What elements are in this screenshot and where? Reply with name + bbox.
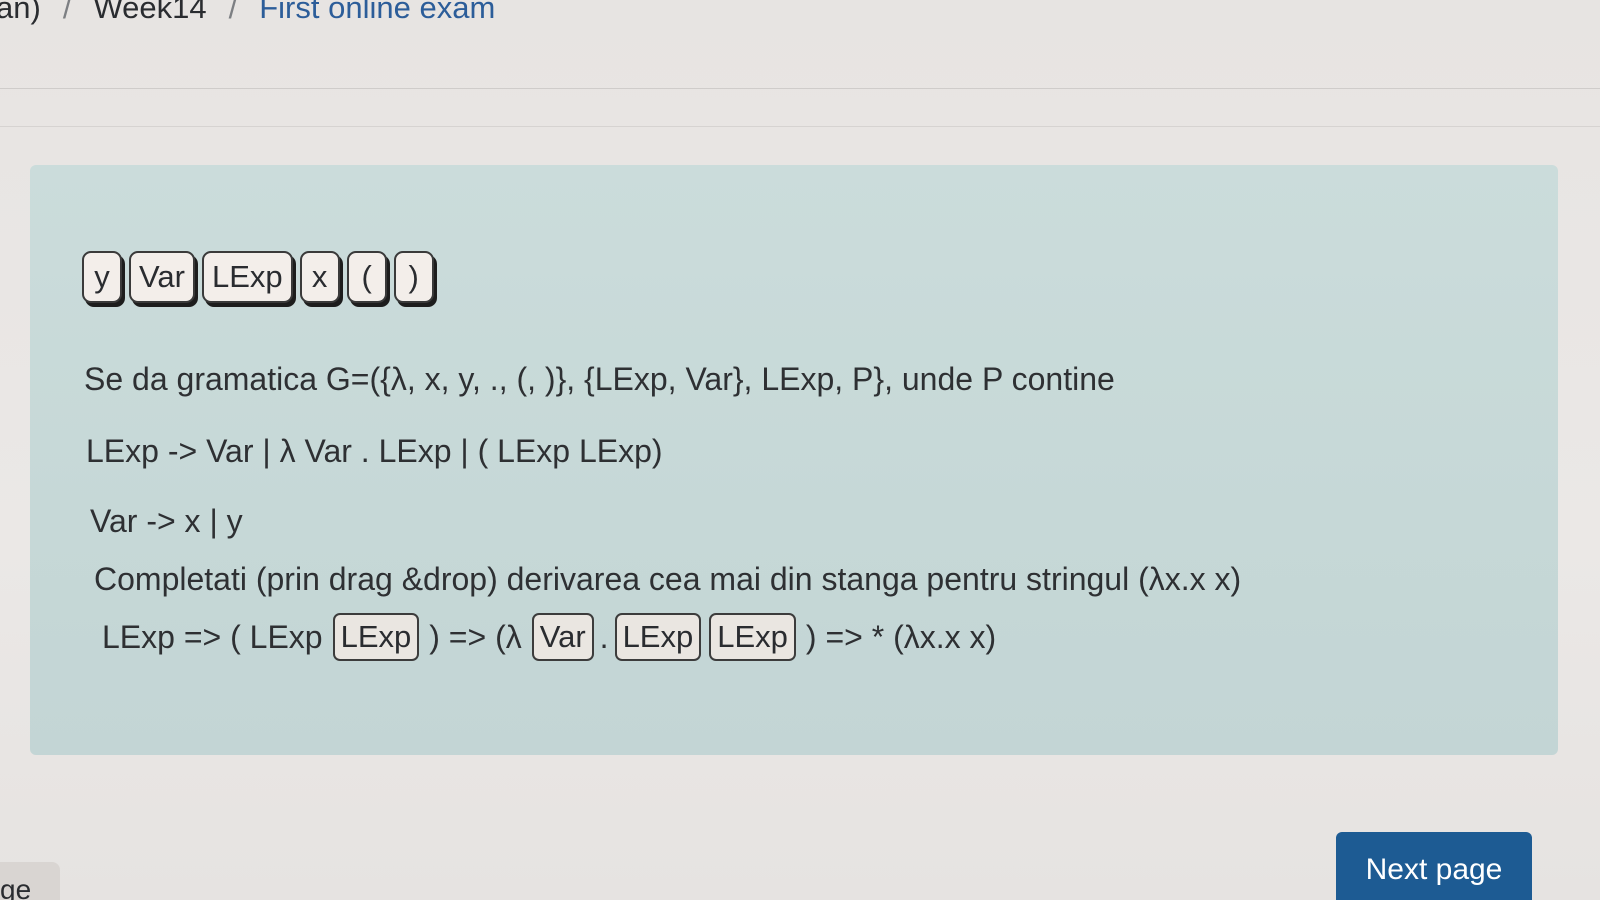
question-text-rule-lexp: LExp -> Var | λ Var . LExp | ( LExp LExp…	[86, 433, 663, 469]
question-text-rule-var: Var -> x | y	[90, 503, 243, 539]
question-text-grammar: Se da gramatica G=({λ, x, y, ., (, )}, {…	[84, 361, 1115, 397]
drop-slot-3[interactable]: LExp	[614, 613, 702, 661]
drag-item-x[interactable]: x	[299, 251, 340, 303]
drag-item-open-paren[interactable]: (	[346, 251, 387, 303]
corner-tab[interactable]: ge	[0, 862, 60, 900]
question-box: y Var LExp x ( ) Se da gramatica G=({λ, …	[30, 165, 1558, 755]
derivation-text: LExp => ( LExp	[102, 618, 323, 655]
quiz-page: an) / Week14 / First online exam y Var LExp …	[0, 0, 1600, 900]
breadcrumb-separator: /	[228, 0, 238, 25]
derivation-line: LExp => ( LExp LExp ) => (λ Var . LExp L…	[96, 613, 1002, 661]
next-page-button[interactable]: Next page	[1336, 832, 1532, 900]
drag-item-y[interactable]: y	[82, 251, 122, 303]
drop-slot-1[interactable]: LExp	[332, 613, 420, 661]
question-text-instruction: Completati (prin drag &drop) derivarea c…	[94, 561, 1242, 597]
drag-item-pool: y Var LExp x ( )	[82, 251, 434, 303]
derivation-text: ) => * (λx.x x)	[805, 618, 997, 655]
breadcrumb-separator: /	[62, 0, 72, 25]
drag-item-var[interactable]: Var	[129, 251, 195, 303]
breadcrumb-item-course[interactable]: an)	[0, 0, 41, 25]
breadcrumb-item-week14[interactable]: Week14	[93, 0, 206, 25]
drop-slot-4[interactable]: LExp	[709, 613, 796, 661]
derivation-text: .	[599, 618, 609, 655]
derivation-text: ) => (λ	[429, 618, 522, 655]
divider	[0, 88, 1600, 89]
drop-slot-2[interactable]: Var	[531, 613, 594, 661]
drag-item-lexp[interactable]: LExp	[201, 251, 293, 303]
divider	[0, 126, 1600, 127]
breadcrumb: an) / Week14 / First online exam	[0, 0, 495, 26]
drag-item-close-paren[interactable]: )	[393, 251, 434, 303]
breadcrumb-item-exam[interactable]: First online exam	[259, 0, 495, 25]
